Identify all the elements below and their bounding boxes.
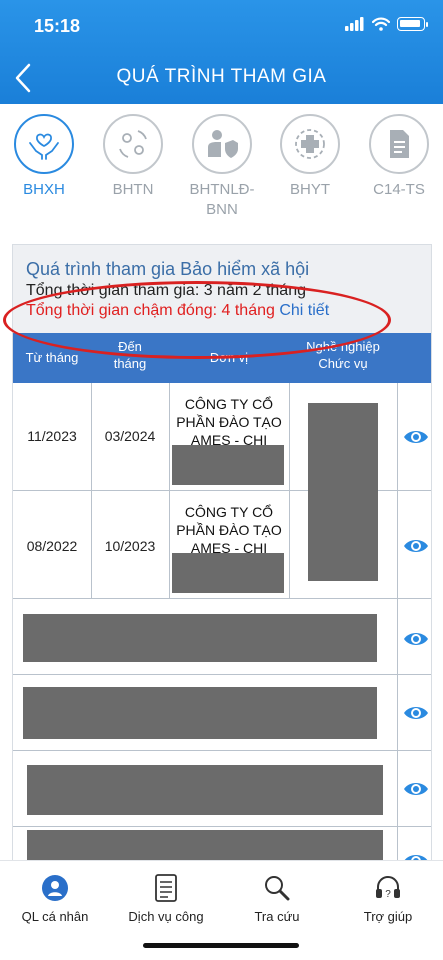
eye-icon[interactable] [403,629,429,649]
row-from: 11/2023 [27,428,77,444]
tab-bhtn[interactable]: BHTN [93,114,173,200]
tab-label: BHTNLĐ- BNN [189,181,255,219]
table-row[interactable] [13,751,431,827]
nav-label: Dịch vụ công [128,909,204,924]
signal-icon [345,17,364,31]
eye-icon[interactable] [403,703,429,723]
col-to: Đến tháng [113,339,147,371]
nav-help[interactable]: ? Trợ giúp [333,873,443,924]
tab-label: BHTN [112,181,154,198]
redacted-block [23,614,377,662]
status-icons [345,17,428,31]
col-job: Nghề nghiệp Chức vụ [306,339,380,371]
redacted-block [172,553,284,593]
eye-icon[interactable] [403,427,429,447]
table-header: Từ tháng Đến tháng Đơn vị Nghề nghiệp Ch… [13,333,431,383]
hands-heart-icon [29,133,59,160]
medical-cross-icon [295,129,325,159]
row-unit: CÔNG TY CỔ PHẦN ĐÀO TẠO AMES - CHI [176,504,282,556]
tab-bhyt[interactable]: BHYT [270,114,350,200]
eye-icon[interactable] [403,536,429,556]
redacted-block [27,765,383,815]
row-from: 08/2022 [26,538,78,554]
late-duration: Tổng thời gian chậm đóng: 4 tháng Chi ti… [26,302,329,320]
redacted-block [308,403,378,581]
public-service-icon [155,874,177,902]
app-header: 15:18 QUÁ TRÌNH THAM GIA [0,0,443,104]
col-from: Từ tháng [25,350,79,365]
personal-icon [42,875,68,901]
row-unit: CÔNG TY CỔ PHẦN ĐÀO TẠO AMES - CHI [176,396,282,448]
search-lookup-icon [265,876,290,901]
nav-label: QL cá nhân [21,909,89,924]
redacted-block [23,687,377,739]
nav-label: Tra cứu [254,909,300,924]
nav-label: Trợ giúp [363,909,413,924]
document-icon [390,130,409,158]
table-row[interactable] [13,675,431,751]
summary-box: Quá trình tham gia Bảo hiểm xã hội Tổng … [13,245,431,333]
wifi-icon [372,17,390,31]
category-tabs: BHXH BHTN BHTNLĐ- BNN BHYT C14-TS [0,104,443,234]
nav-public-service[interactable]: Dịch vụ công [111,873,221,924]
battery-icon [397,17,428,31]
tab-label: BHYT [289,181,330,198]
home-indicator [143,943,299,948]
people-exchange-icon [119,130,147,158]
history-panel: Quá trình tham gia Bảo hiểm xã hội Tổng … [12,244,432,960]
worker-shield-icon [208,130,238,158]
tab-bhtnld-bnn[interactable]: BHTNLĐ- BNN [182,114,262,221]
late-duration-text: Tổng thời gian chậm đóng: 4 tháng [26,302,275,319]
row-to: 10/2023 [104,538,156,554]
status-time: 15:18 [34,16,81,36]
table-row[interactable] [13,599,431,675]
tab-bhxh[interactable]: BHXH [4,114,84,200]
total-duration: Tổng thời gian tham gia: 3 năm 2 tháng [26,282,306,299]
help-headset-icon: ? [376,876,400,900]
detail-link[interactable]: Chi tiết [279,302,329,319]
nav-personal[interactable]: QL cá nhân [0,873,110,924]
page-title: QUÁ TRÌNH THAM GIA [116,66,327,87]
tab-c14-ts[interactable]: C14-TS [359,114,439,200]
nav-lookup[interactable]: Tra cứu [222,873,332,924]
summary-title: Quá trình tham gia Bảo hiểm xã hội [26,259,310,279]
redacted-block [172,445,284,485]
row-to: 03/2024 [104,428,156,444]
tab-label: C14-TS [373,181,425,198]
eye-icon[interactable] [403,779,429,799]
tab-label: BHXH [23,181,65,198]
col-unit: Đơn vị [209,350,249,365]
svg-text:?: ? [385,889,391,900]
